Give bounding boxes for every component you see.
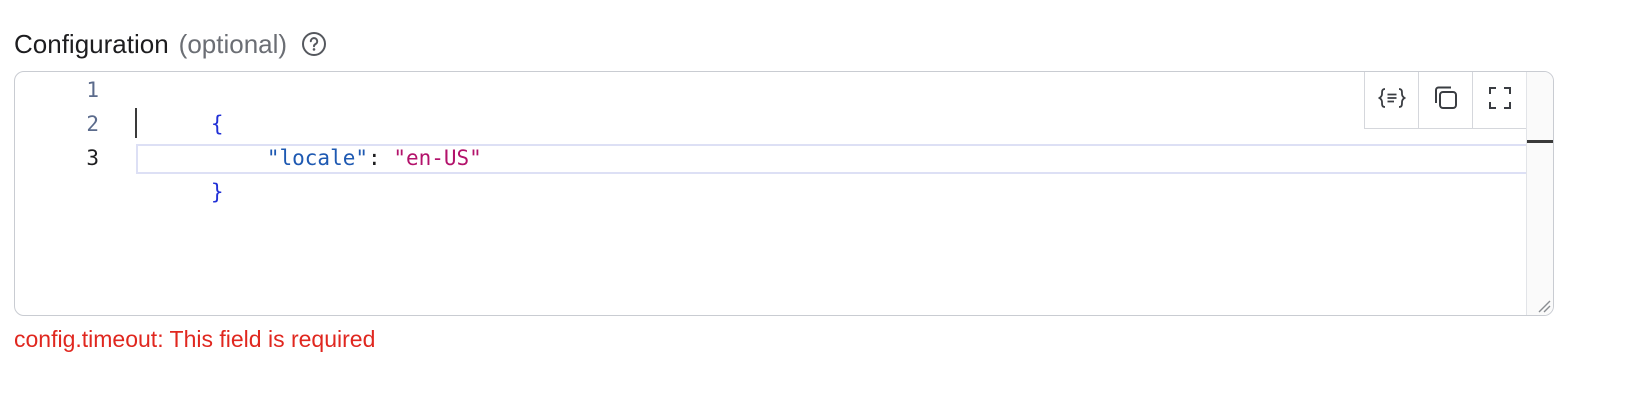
code-line-3[interactable]: } <box>135 141 224 204</box>
field-header: Configuration (optional) <box>14 24 327 64</box>
copy-icon <box>1432 84 1460 117</box>
close-brace: } <box>210 180 224 204</box>
resize-handle-icon[interactable] <box>1537 299 1551 313</box>
code-content[interactable]: { "locale": "en-US" } <box>135 72 1525 315</box>
line-number: 2 <box>86 112 99 136</box>
code-line-1[interactable]: { <box>135 73 224 136</box>
optional-label: (optional) <box>178 28 288 59</box>
field-label: Configuration <box>14 28 169 59</box>
format-button[interactable] <box>1365 72 1418 128</box>
json-key: "locale" <box>266 146 369 170</box>
fullscreen-button[interactable] <box>1472 72 1526 128</box>
line-number-active: 3 <box>86 146 99 170</box>
help-icon[interactable] <box>301 31 327 57</box>
editor-toolbar <box>1364 72 1527 129</box>
copy-button[interactable] <box>1418 72 1472 128</box>
json-value: "en-US" <box>393 146 482 170</box>
code-editor[interactable]: 1 2 3 { "locale": "en-US" } <box>14 71 1554 316</box>
fullscreen-icon <box>1487 85 1513 116</box>
json-colon: : <box>368 146 394 170</box>
line-number: 1 <box>86 78 99 102</box>
line-number-gutter: 1 2 3 <box>15 72 125 315</box>
error-message: config.timeout: This field is required <box>14 326 376 352</box>
code-line-2[interactable]: "locale": "en-US" <box>191 107 482 170</box>
format-json-icon <box>1377 86 1406 115</box>
vertical-scrollbar[interactable] <box>1526 72 1553 315</box>
cursor-position-marker <box>1527 140 1553 143</box>
